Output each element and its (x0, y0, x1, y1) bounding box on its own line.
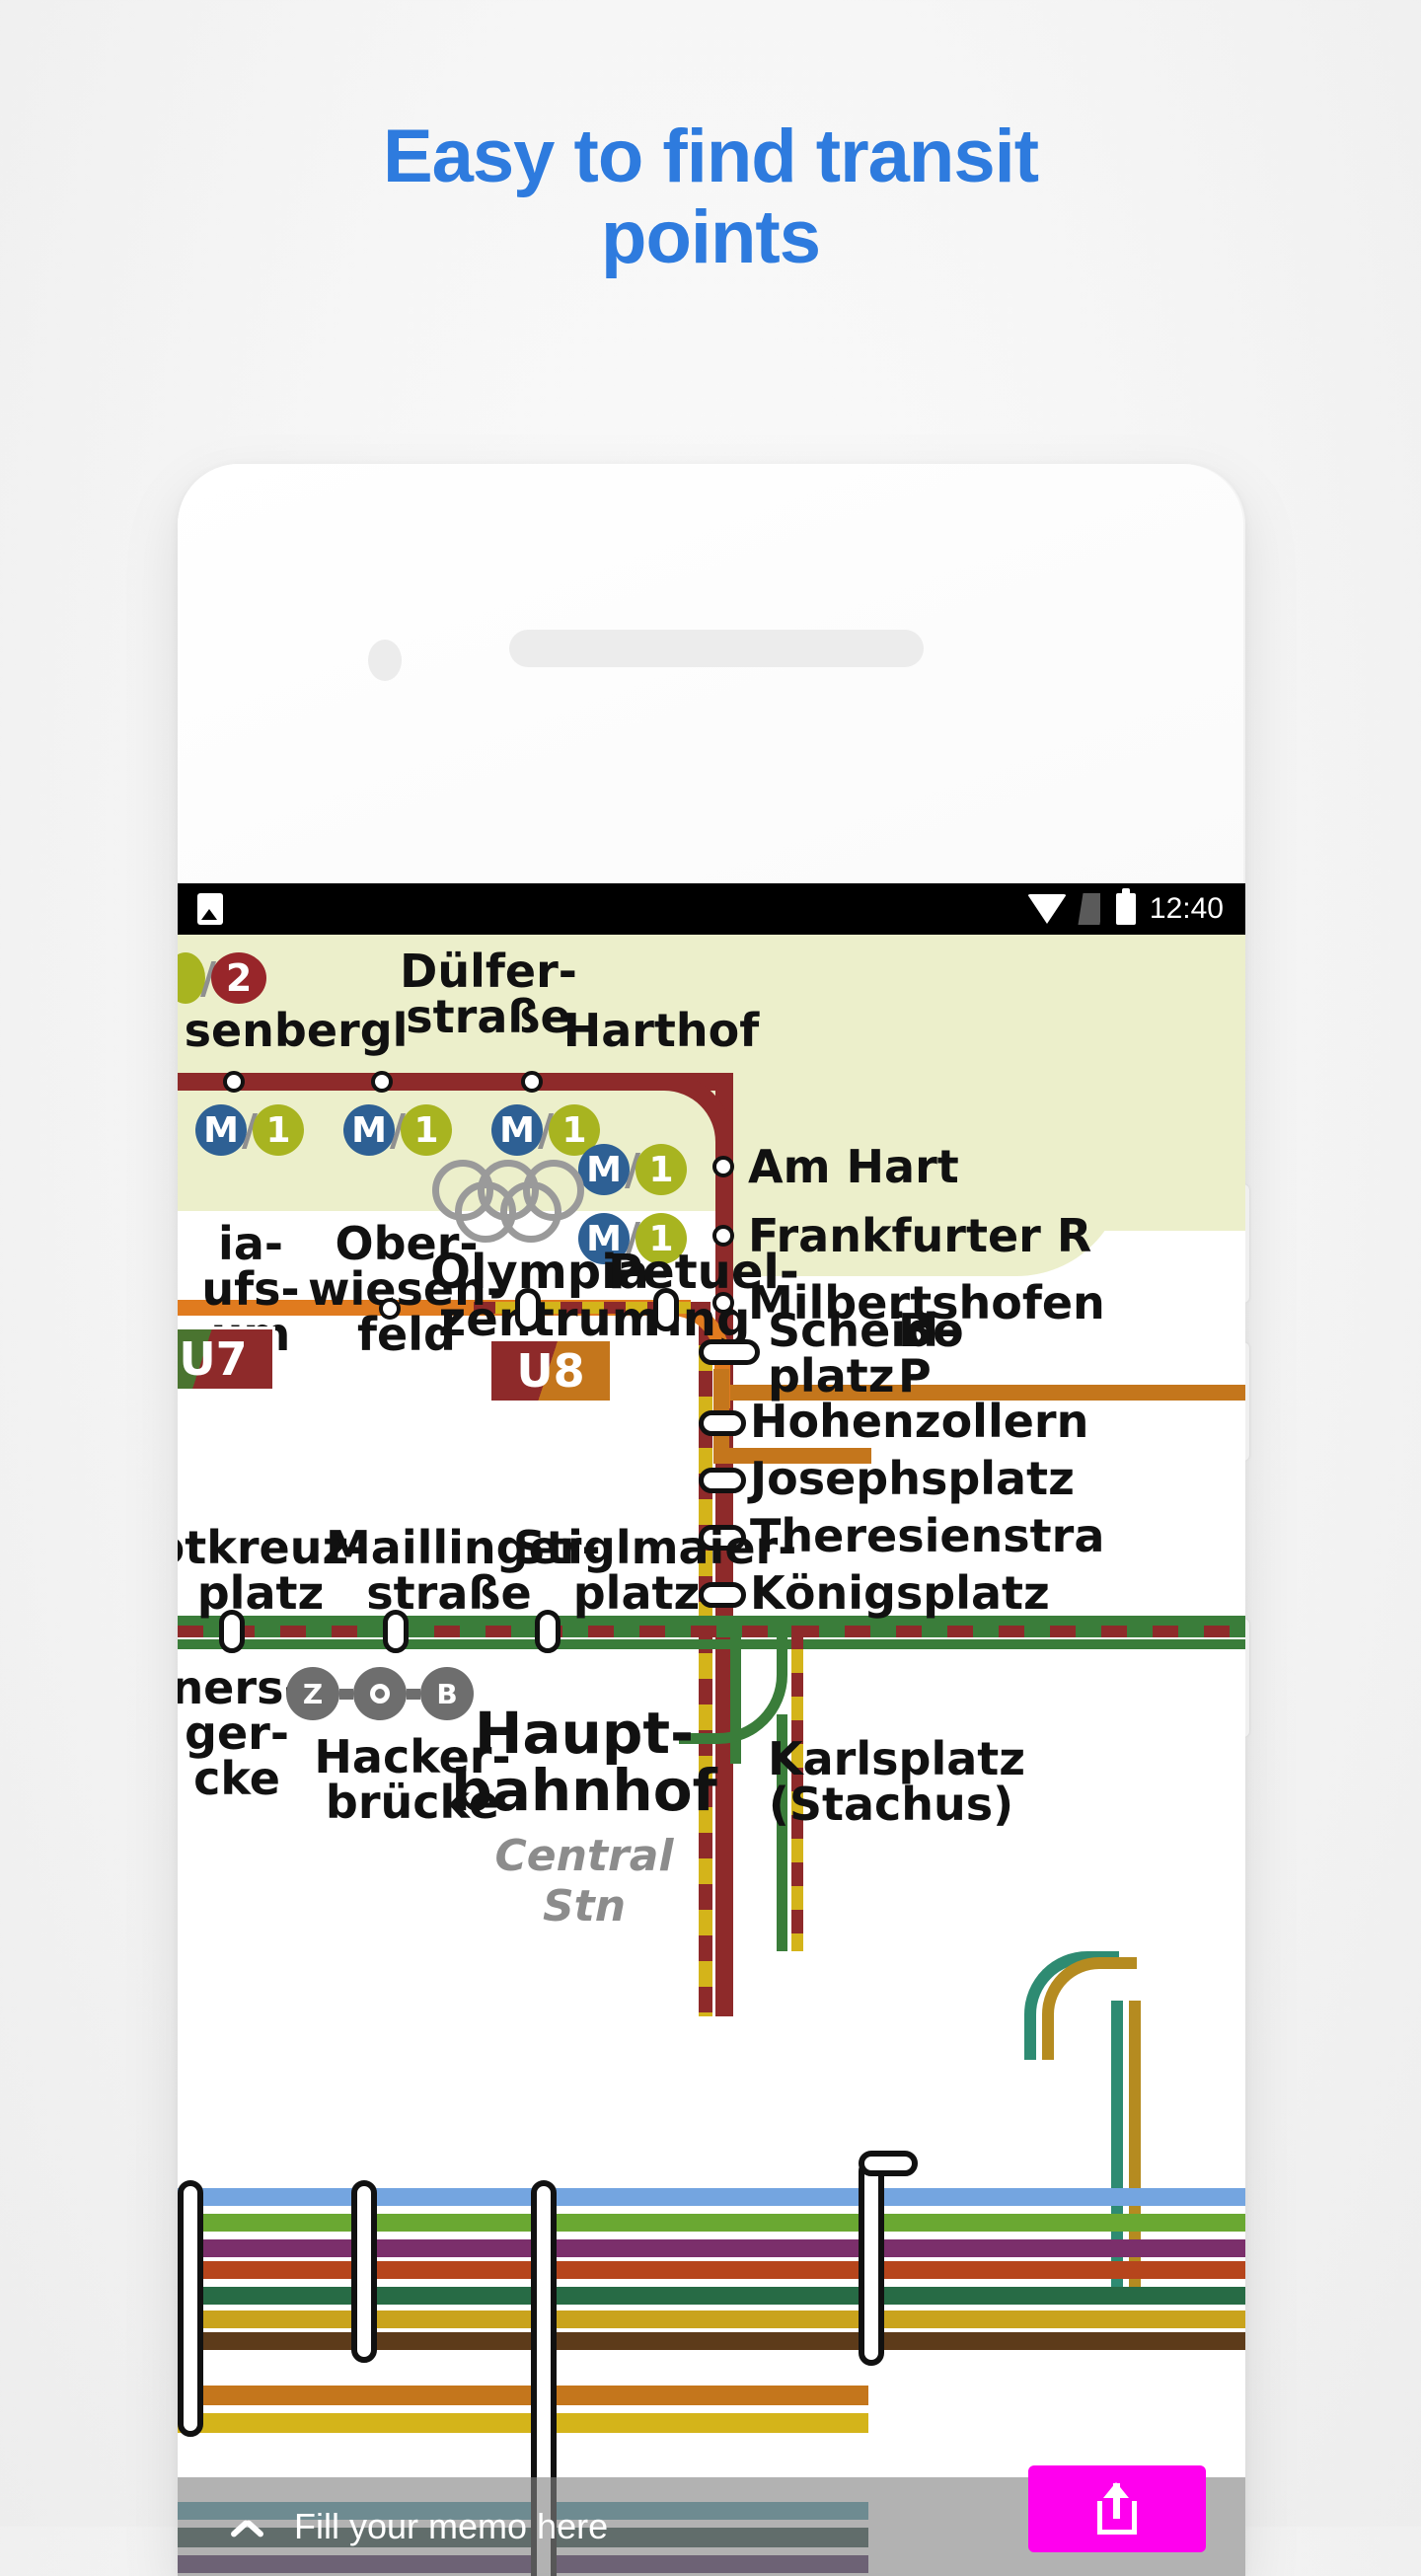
line-u2-top (178, 1073, 730, 1091)
station-interchange-petuelring[interactable] (653, 1288, 679, 1331)
station-label-theresienstrasse: Theresienstra (750, 1509, 1105, 1562)
memo-input[interactable]: Fill your memo here (294, 2506, 608, 2547)
earpiece-speaker (509, 630, 924, 667)
badge-bus-2[interactable]: / 2 (178, 952, 267, 1004)
image-icon (197, 893, 223, 925)
status-bar: 12:40 (178, 883, 1245, 935)
station-dot-harthof[interactable] (521, 1071, 543, 1093)
station-dot-oberwiesenfeld[interactable] (379, 1298, 401, 1320)
station-label-hauptbahnhof: Haupt- bahnhof (451, 1700, 717, 1824)
station-label-koenigsplatz: Königsplatz (750, 1566, 1050, 1620)
station-label-bonnerplatz: Bo P (898, 1304, 964, 1402)
zob-letter-z: Z (286, 1667, 339, 1720)
station-interchange-josephsplatz[interactable] (699, 1468, 746, 1493)
station-interchange-hohenzollernplatz[interactable] (699, 1410, 746, 1436)
page-title-line-2: points (601, 195, 821, 280)
zob-connector (407, 1688, 420, 1700)
station-label-josephsplatz: Josephsplatz (750, 1452, 1075, 1505)
station-interchange-scheidplatz[interactable] (699, 1339, 760, 1365)
interchange-chain-karlsplatz (859, 2159, 884, 2366)
share-icon (1097, 2482, 1137, 2535)
status-bar-clock: 12:40 (1149, 892, 1224, 925)
station-label-stiglmaierplatz: Stiglmaier- platz (513, 1521, 797, 1620)
wifi-icon (1026, 894, 1067, 924)
station-dot-frankfurterring[interactable] (712, 1225, 734, 1247)
battery-icon (1115, 888, 1136, 925)
line-1-icon: 1 (401, 1104, 453, 1156)
metro-m-icon: M (491, 1104, 543, 1156)
station-subtitle-hauptbahnhof: Central Stn (494, 1831, 674, 1932)
station-dot-amhart[interactable] (712, 1156, 734, 1177)
memo-bar[interactable]: Fill your memo here (178, 2465, 1245, 2576)
sbahn-band-mid (178, 2386, 868, 2437)
metro-m-icon: M (343, 1104, 395, 1156)
badge-m1-hasenbergl[interactable]: M / 1 (195, 1104, 305, 1156)
station-interchange-stiglmaierplatz[interactable] (535, 1610, 561, 1653)
interchange-chain-karlsplatz-top (859, 2151, 918, 2176)
station-dot-hasenbergl[interactable] (223, 1071, 245, 1093)
chevron-up-icon[interactable] (229, 2512, 259, 2541)
station-label-amhart: Am Hart (748, 1140, 959, 1193)
page-title: Easy to find transit points (0, 114, 1421, 280)
badge-m1-duelferstrasse[interactable]: M / 1 (343, 1104, 453, 1156)
page-title-line-1: Easy to find transit (382, 114, 1039, 198)
front-camera-icon (368, 640, 402, 681)
line-1-icon: 1 (636, 1144, 688, 1195)
station-interchange-maillingerstrasse[interactable] (383, 1610, 409, 1653)
phone-screen: 12:40 senbergl Dülfer- straße Harthof / … (178, 883, 1245, 2576)
station-interchange-rotkreuzplatz[interactable] (219, 1610, 245, 1653)
station-dot-duelferstrasse[interactable] (371, 1071, 393, 1093)
zob-letter-o (353, 1667, 407, 1720)
share-button[interactable] (1028, 2465, 1206, 2552)
phone-mockup: 12:40 senbergl Dülfer- straße Harthof / … (178, 464, 1249, 2576)
transit-map[interactable]: senbergl Dülfer- straße Harthof / 2 M / … (178, 935, 1245, 2576)
sbahn-band-upper (178, 2188, 1245, 2351)
station-label-frankfurterring: Frankfurter R (748, 1209, 1092, 1262)
station-label-karlsplatz: Karlsplatz (Stachus) (768, 1732, 1026, 1831)
bus-2-icon: 2 (211, 952, 267, 1004)
interchange-chain-left (351, 2180, 377, 2363)
line-1-icon: 1 (253, 1104, 305, 1156)
line-u1-upper (178, 1616, 1245, 1626)
interchange-chain-edge (178, 2180, 203, 2437)
line-badge-u7[interactable]: U7 (178, 1329, 272, 1389)
station-label-hohenzollernplatz: Hohenzollern (750, 1395, 1089, 1448)
signal-icon (1078, 893, 1105, 925)
zob-connector (339, 1688, 353, 1700)
line-badge-u8[interactable]: U8 (491, 1341, 610, 1401)
metro-m-icon: M (195, 1104, 247, 1156)
station-label-harthof: Harthof (562, 1004, 760, 1057)
station-interchange-olympiazentrum[interactable] (515, 1288, 541, 1331)
station-label-petuelring: Petuel- ring (608, 1245, 799, 1347)
